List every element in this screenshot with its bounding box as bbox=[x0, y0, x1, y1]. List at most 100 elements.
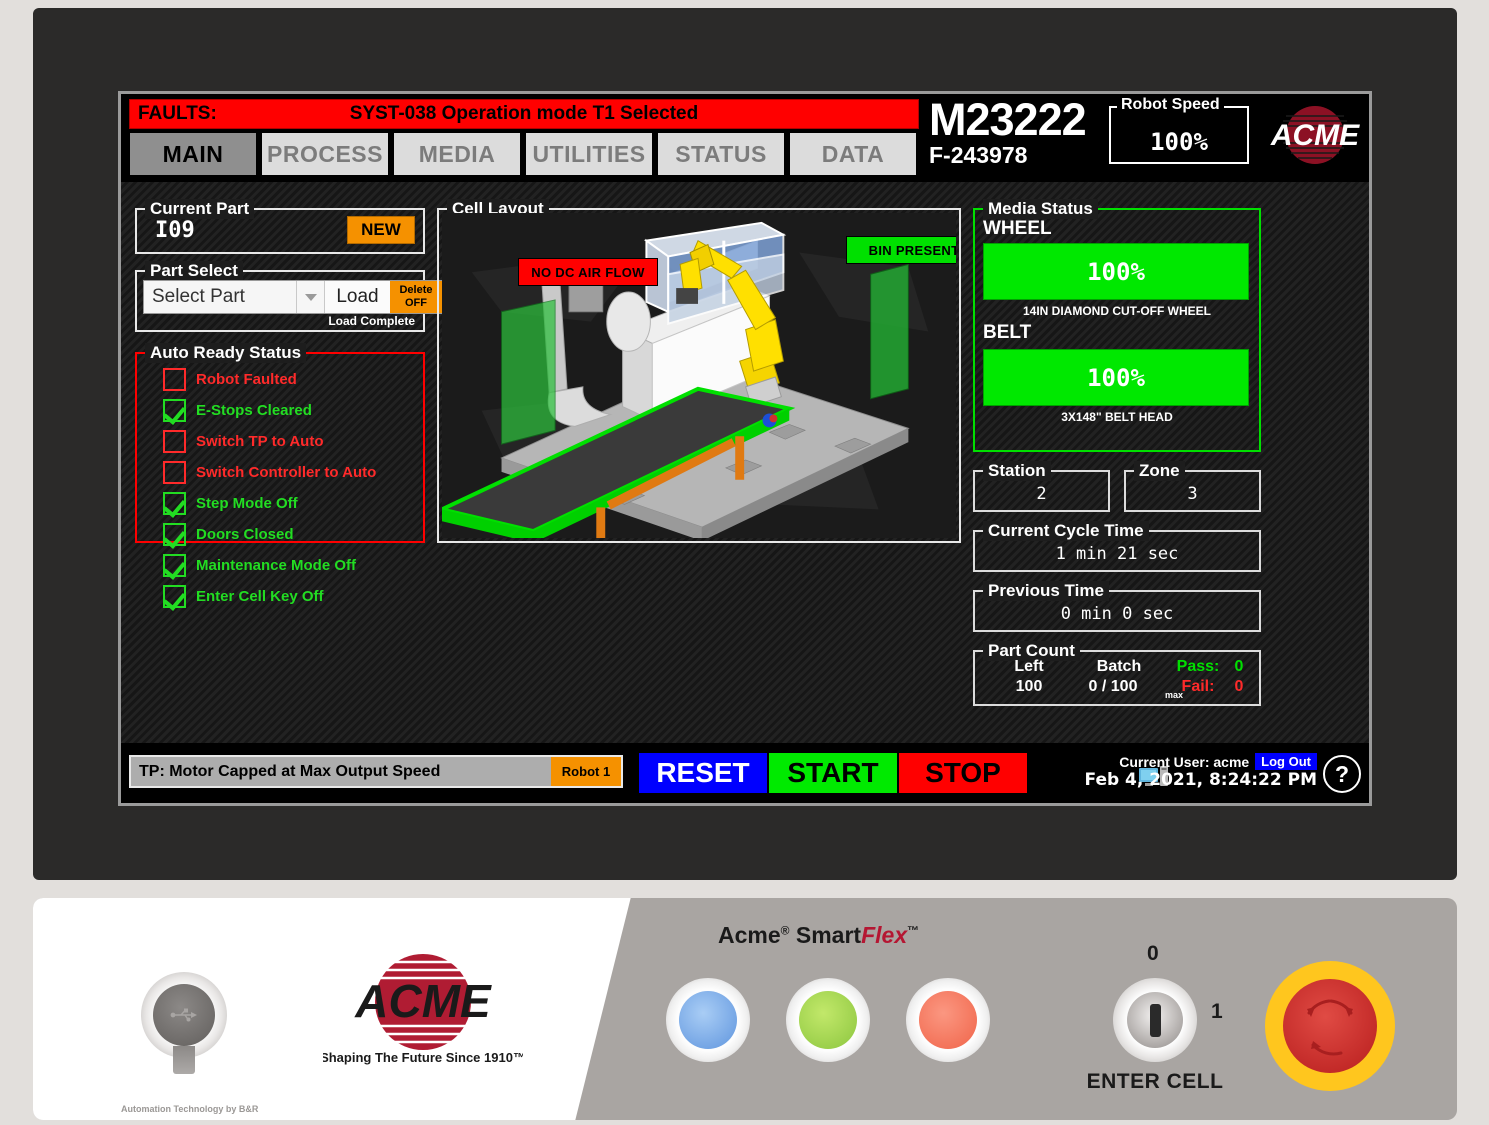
checkbox-checked-icon[interactable] bbox=[163, 523, 186, 546]
smartflex-brand: Acme® SmartFlex™ bbox=[718, 922, 919, 949]
media-status-title: Media Status bbox=[983, 199, 1098, 219]
tab-process[interactable]: PROCESS bbox=[261, 132, 389, 176]
checkbox-checked-icon[interactable] bbox=[163, 554, 186, 577]
station-title: Station bbox=[983, 461, 1051, 481]
svg-text:ACME: ACME bbox=[354, 975, 492, 1027]
current-cycle-time-value: 1 min 21 sec bbox=[1055, 544, 1179, 564]
previous-time-title: Previous Time bbox=[983, 581, 1109, 601]
part-select-group: Part Select Select Part Load Delete OFF … bbox=[135, 261, 443, 332]
checkbox-checked-icon[interactable] bbox=[163, 585, 186, 608]
brand-acme: Acme bbox=[718, 922, 781, 948]
tab-data[interactable]: DATA bbox=[789, 132, 917, 176]
usb-icon bbox=[153, 984, 215, 1046]
current-part-title: Current Part bbox=[145, 199, 255, 219]
blue-push-button[interactable] bbox=[666, 978, 750, 1062]
status-item-estops-cleared: E-Stops Cleared bbox=[163, 399, 312, 422]
part-select-title: Part Select bbox=[145, 261, 243, 281]
belt-caption: 3X148" BELT HEAD bbox=[1061, 410, 1173, 424]
usb-port[interactable] bbox=[141, 972, 227, 1074]
delete-label: Delete bbox=[399, 284, 433, 296]
tab-status[interactable]: STATUS bbox=[657, 132, 785, 176]
new-part-button[interactable]: NEW bbox=[347, 216, 415, 244]
tab-utilities[interactable]: UTILITIES bbox=[525, 132, 653, 176]
tab-bar: MAIN PROCESS MEDIA UTILITIES STATUS DATA bbox=[129, 132, 917, 176]
belt-label: BELT bbox=[983, 322, 1032, 343]
checkbox-unchecked-icon[interactable] bbox=[163, 461, 186, 484]
cell-layout-group: Cell Layout NO DC AIR FLOW BIN PRESENT bbox=[437, 199, 961, 543]
acme-logo-panel: ACME Shaping The Future Since 1910™ bbox=[320, 950, 526, 1073]
delete-toggle-button[interactable]: Delete OFF bbox=[390, 281, 442, 313]
status-label: Switch TP to Auto bbox=[196, 433, 324, 450]
logout-button[interactable]: Log Out bbox=[1255, 753, 1317, 770]
acme-tagline: Shaping The Future Since 1910™ bbox=[323, 1050, 523, 1065]
brand-registered: ® bbox=[780, 923, 790, 938]
enter-cell-key-switch[interactable] bbox=[1113, 978, 1197, 1062]
brand-trademark: ™ bbox=[907, 923, 920, 938]
cell-3d-view[interactable]: NO DC AIR FLOW BIN PRESENT LOST AIR PRES… bbox=[442, 213, 956, 538]
br-automation-note: Automation Technology by B&R bbox=[121, 1104, 259, 1114]
status-item-switch-controller-auto: Switch Controller to Auto bbox=[163, 461, 376, 484]
auto-ready-status-group: Auto Ready Status Robot Faulted E-Stops … bbox=[135, 343, 425, 608]
badge-bin-present[interactable]: BIN PRESENT bbox=[846, 236, 956, 264]
brand-smart: Smart bbox=[789, 922, 862, 948]
load-part-button[interactable]: Load bbox=[324, 281, 390, 313]
media-status-group: Media Status WHEEL 100% 14IN DIAMOND CUT… bbox=[973, 199, 1261, 452]
status-label: Switch Controller to Auto bbox=[196, 464, 377, 481]
wheel-label: WHEEL bbox=[983, 218, 1052, 239]
red-push-button[interactable] bbox=[906, 978, 990, 1062]
fault-banner[interactable]: FAULTS: SYST-038 Operation mode T1 Selec… bbox=[129, 99, 919, 129]
checkbox-unchecked-icon[interactable] bbox=[163, 430, 186, 453]
tab-media[interactable]: MEDIA bbox=[393, 132, 521, 176]
current-part-value: I09 bbox=[155, 218, 195, 243]
tab-main[interactable]: MAIN bbox=[129, 132, 257, 176]
checkbox-checked-icon[interactable] bbox=[163, 399, 186, 422]
key-position-1-label: 1 bbox=[1211, 1000, 1223, 1023]
part-count-pass-value: 0 bbox=[1234, 658, 1244, 675]
status-label: E-Stops Cleared bbox=[196, 402, 312, 419]
monitor-bezel: FAULTS: SYST-038 Operation mode T1 Selec… bbox=[33, 8, 1457, 880]
stop-button[interactable]: STOP bbox=[899, 753, 1027, 793]
badge-no-dc-air-flow[interactable]: NO DC AIR FLOW bbox=[518, 258, 658, 286]
emergency-stop-button[interactable] bbox=[1265, 961, 1395, 1091]
status-item-doors-closed: Doors Closed bbox=[163, 523, 294, 546]
part-count-pass-label: Pass: bbox=[1176, 658, 1220, 675]
header: FAULTS: SYST-038 Operation mode T1 Selec… bbox=[121, 94, 1369, 182]
station-group: Station 2 bbox=[973, 461, 1110, 512]
robot-selector-badge[interactable]: Robot 1 bbox=[551, 757, 621, 786]
part-count-group: Part Count Left 100 Batch 0 / 100 max Pa… bbox=[973, 641, 1261, 706]
belt-level-bar[interactable]: 100% bbox=[983, 349, 1249, 406]
part-select-dropdown[interactable]: Select Part bbox=[144, 281, 296, 313]
green-push-button[interactable] bbox=[786, 978, 870, 1062]
svg-text:ACME: ACME bbox=[1270, 119, 1360, 152]
machine-identifier: M23222 F-243978 bbox=[929, 94, 1087, 168]
main-content: Current Part I09 NEW Part Select Select … bbox=[121, 182, 1369, 763]
teach-pendant-message-bar[interactable]: TP: Motor Capped at Max Output Speed Rob… bbox=[129, 755, 623, 788]
key-position-0-label: 0 bbox=[1147, 942, 1159, 965]
status-label: Doors Closed bbox=[196, 526, 294, 543]
status-label: Enter Cell Key Off bbox=[196, 588, 324, 605]
auto-ready-title: Auto Ready Status bbox=[145, 343, 307, 363]
user-info: Current User: acme Log Out Feb 4, 2021, … bbox=[1085, 753, 1317, 790]
previous-time-group: Previous Time 0 min 0 sec bbox=[973, 581, 1261, 632]
checkbox-checked-icon[interactable] bbox=[163, 492, 186, 515]
help-button[interactable]: ? bbox=[1323, 755, 1361, 793]
machine-number: M23222 bbox=[929, 94, 1087, 145]
start-button[interactable]: START bbox=[769, 753, 897, 793]
robot-speed-display: Robot Speed 100% bbox=[1109, 96, 1249, 164]
chevron-down-icon[interactable] bbox=[296, 281, 324, 313]
part-count-fail-label: Fail: bbox=[1181, 678, 1215, 695]
zone-value: 3 bbox=[1187, 484, 1198, 504]
current-cycle-time-title: Current Cycle Time bbox=[983, 521, 1149, 541]
fault-message: SYST-038 Operation mode T1 Selected bbox=[349, 103, 699, 124]
status-item-maintenance-mode-off: Maintenance Mode Off bbox=[163, 554, 356, 577]
checkbox-unchecked-icon[interactable] bbox=[163, 368, 186, 391]
zone-group: Zone 3 bbox=[1124, 461, 1261, 512]
status-item-switch-tp-auto: Switch TP to Auto bbox=[163, 430, 324, 453]
wheel-level-bar[interactable]: 100% bbox=[983, 243, 1249, 300]
part-count-batch-label: Batch bbox=[1096, 658, 1142, 675]
acme-logo-header: ACME bbox=[1261, 104, 1369, 166]
reset-button[interactable]: RESET bbox=[639, 753, 767, 793]
part-select-row: Select Part Load Delete OFF bbox=[143, 280, 443, 314]
machine-sub-number: F-243978 bbox=[929, 142, 1028, 168]
delete-state: OFF bbox=[405, 297, 427, 309]
